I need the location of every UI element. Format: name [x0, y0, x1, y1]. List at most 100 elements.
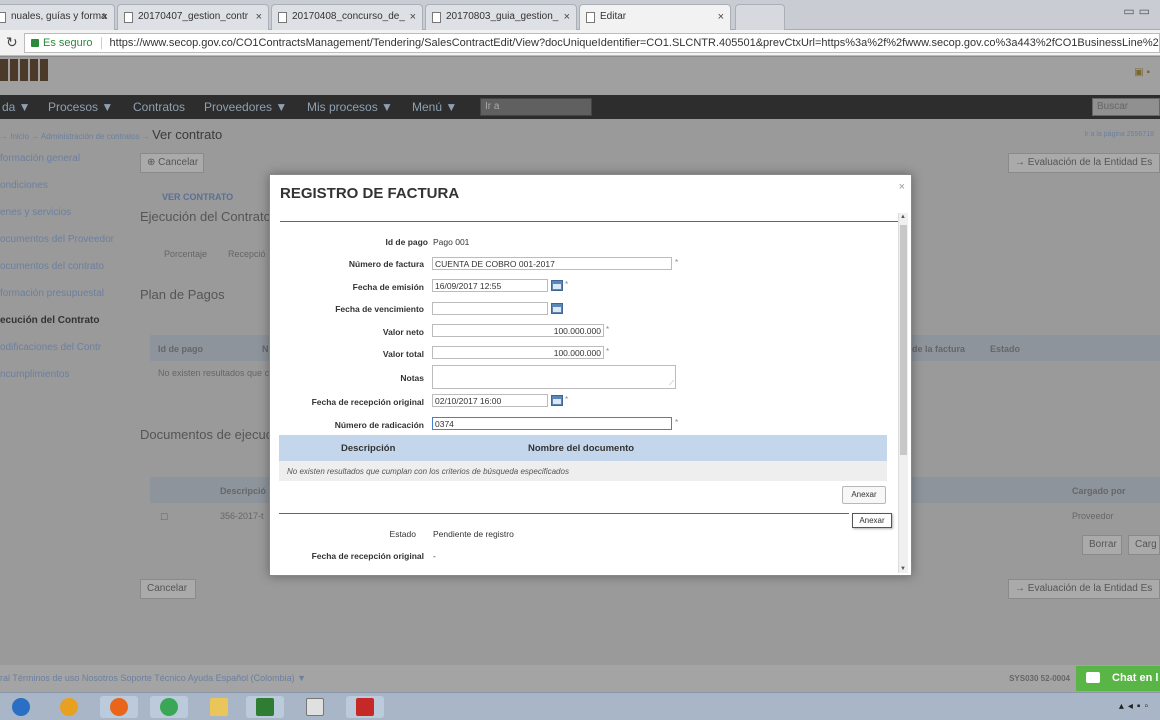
nav-item-menu[interactable]: Menú ▼ [412, 100, 457, 114]
nav-item-procesos[interactable]: Procesos ▼ [48, 100, 113, 114]
url-input[interactable]: Es seguro https://www.secop.gov.co/CO1Con… [24, 33, 1160, 53]
new-tab-button[interactable] [735, 4, 785, 30]
scroll-down-icon[interactable]: ▼ [900, 566, 906, 572]
search-input[interactable]: Buscar [1092, 98, 1160, 116]
id-pago-value: Pago 001 [433, 237, 470, 247]
numero-radicacion-input[interactable]: 0374 [432, 417, 672, 430]
sidebar-item-documentos-proveedor[interactable]: ocumentos del Proveedor [0, 226, 128, 253]
fecha-recepcion-2-label: Fecha de recepción original [311, 551, 424, 561]
chat-button[interactable]: Chat en l [1076, 666, 1160, 691]
system-tray[interactable]: ▴◂▪▫ [1119, 701, 1152, 712]
evaluacion-top-button[interactable]: → Evaluación de la Entidad Es [1008, 153, 1160, 173]
calendar-icon[interactable] [551, 280, 563, 291]
goto-page-link[interactable]: Ir a la página 2556718 [1084, 131, 1154, 138]
goto-select[interactable]: Ir a [480, 98, 592, 116]
estado-value: Pendiente de registro [433, 529, 514, 539]
page-title: Ver contrato [152, 127, 223, 142]
calendar-icon[interactable] [551, 303, 563, 314]
firefox-icon[interactable] [100, 696, 138, 718]
scroll-thumb[interactable] [900, 225, 907, 455]
notepad-icon[interactable] [296, 696, 334, 718]
pdf-icon[interactable] [346, 696, 384, 718]
sidebar-item-modificaciones[interactable]: odificaciones del Contr [0, 334, 128, 361]
start-button[interactable] [2, 696, 40, 718]
row-checkbox[interactable]: ☐ [160, 512, 168, 523]
document-icon [278, 12, 287, 23]
footer-links[interactable]: ral Términos de uso Nosotros Soporte Téc… [0, 673, 306, 683]
site-footer: ral Términos de uso Nosotros Soporte Téc… [0, 665, 1160, 692]
ie-icon[interactable] [50, 696, 88, 718]
folder-icon[interactable] [200, 696, 238, 718]
reload-icon[interactable]: ↻ [6, 34, 18, 51]
plan-pagos-heading: Plan de Pagos [140, 287, 225, 302]
close-icon[interactable]: × [564, 11, 570, 23]
sidebar-item-informacion-general[interactable]: formación general [0, 145, 128, 172]
evaluacion-bottom-button[interactable]: → Evaluación de la Entidad Es [1008, 579, 1160, 599]
doc-col-cargado: Cargado por [1072, 486, 1126, 496]
calendar-icon[interactable] [551, 395, 563, 406]
cancel-bottom-button[interactable]: Cancelar [140, 579, 196, 599]
required-mark: * [565, 280, 569, 289]
numero-factura-input[interactable]: CUENTA DE COBRO 001-2017 [432, 257, 672, 270]
close-icon[interactable]: × [899, 181, 905, 193]
anexar-button[interactable]: Anexar [842, 486, 886, 504]
sidebar-item-ejecucion-contrato[interactable]: ecución del Contrato [0, 307, 128, 334]
sidebar-item-condiciones[interactable]: ondiciones [0, 172, 128, 199]
chat-icon [1086, 672, 1100, 683]
fecha-recepcion-input[interactable]: 02/10/2017 16:00 [432, 394, 548, 407]
address-bar: ↻ Es seguro https://www.secop.gov.co/CO1C… [0, 30, 1160, 56]
doc-row-descripcion: 356-2017-t [220, 511, 264, 521]
col-nombre-documento: Nombre del documento [528, 443, 635, 454]
close-icon[interactable]: × [718, 11, 724, 23]
borrar-button[interactable]: Borrar [1082, 535, 1122, 555]
ejecucion-heading: Ejecución del Contrato [140, 209, 271, 224]
browser-tab[interactable]: 20170408_concurso_de_ × [271, 4, 423, 30]
chrome-icon[interactable] [150, 696, 188, 718]
col-descripcion: Descripción [341, 443, 396, 454]
document-icon [586, 12, 595, 23]
scroll-up-icon[interactable]: ▲ [900, 214, 906, 220]
sub-tab-porcentaje[interactable]: Porcentaje [164, 249, 207, 259]
numero-radicacion-label: Número de radicación [334, 420, 424, 430]
nav-item-contratos[interactable]: Contratos [133, 100, 185, 114]
notas-textarea[interactable]: ⟋ [432, 365, 676, 389]
lock-icon [31, 39, 39, 47]
valor-total-input[interactable]: 100.000.000 [432, 346, 604, 359]
valor-neto-input[interactable]: 100.000.000 [432, 324, 604, 337]
fecha-vencimiento-input[interactable] [432, 302, 548, 315]
browser-tab[interactable]: 20170407_gestion_contr × [117, 4, 269, 30]
sidebar-item-documentos-contrato[interactable]: ocumentos del contrato [0, 253, 128, 280]
close-icon[interactable]: × [256, 11, 262, 23]
cargar-button[interactable]: Carg [1128, 535, 1160, 555]
browser-tab[interactable]: 20170803_guia_gestion_ × [425, 4, 577, 30]
plan-col-numero: N [262, 344, 269, 354]
modal-title: REGISTRO DE FACTURA [280, 185, 460, 202]
nav-item-proveedores[interactable]: Proveedores ▼ [204, 100, 287, 114]
sidebar-item-bienes-servicios[interactable]: enes y servicios [0, 199, 128, 226]
browser-tab-active[interactable]: Editar × [579, 4, 731, 31]
url-text: https://www.secop.gov.co/CO1ContractsMan… [109, 37, 1159, 49]
sidebar-item-incumplimientos[interactable]: ncumplimientos [0, 361, 128, 388]
fecha-emision-input[interactable]: 16/09/2017 12:55 [432, 279, 548, 292]
browser-tab[interactable]: nuales, guías y forma × [0, 4, 115, 30]
plan-empty-message: No existen resultados que cu [158, 368, 275, 378]
cancel-top-button[interactable]: ⊕ Cancelar [140, 153, 204, 173]
documents-table-header: Descripción Nombre del documento [279, 435, 887, 461]
sub-tab-recepcion[interactable]: Recepció [228, 249, 266, 259]
document-icon [432, 12, 441, 23]
modal-scrollbar[interactable]: ▲ ▼ [898, 213, 908, 573]
excel-icon[interactable] [246, 696, 284, 718]
close-icon[interactable]: × [102, 11, 108, 23]
window-controls[interactable]: ▭▭ [1123, 4, 1154, 18]
browser-tab-bar: nuales, guías y forma × 20170407_gestion… [0, 0, 1160, 31]
sidebar-item-informacion-presupuestal[interactable]: formación presupuestal [0, 280, 128, 307]
ver-contrato-tab[interactable]: VER CONTRATO [162, 192, 233, 202]
resize-grip-icon[interactable]: ⟋ [669, 380, 674, 387]
estado-label: Estado [389, 529, 416, 539]
nav-item-mis-procesos[interactable]: Mis procesos ▼ [307, 100, 393, 114]
nav-item[interactable]: da ▼ [2, 100, 31, 114]
documentos-heading: Documentos de ejecució [140, 427, 283, 442]
secop-logo [0, 59, 54, 89]
close-icon[interactable]: × [410, 11, 416, 23]
fecha-recepcion-2-value: - [433, 551, 436, 561]
